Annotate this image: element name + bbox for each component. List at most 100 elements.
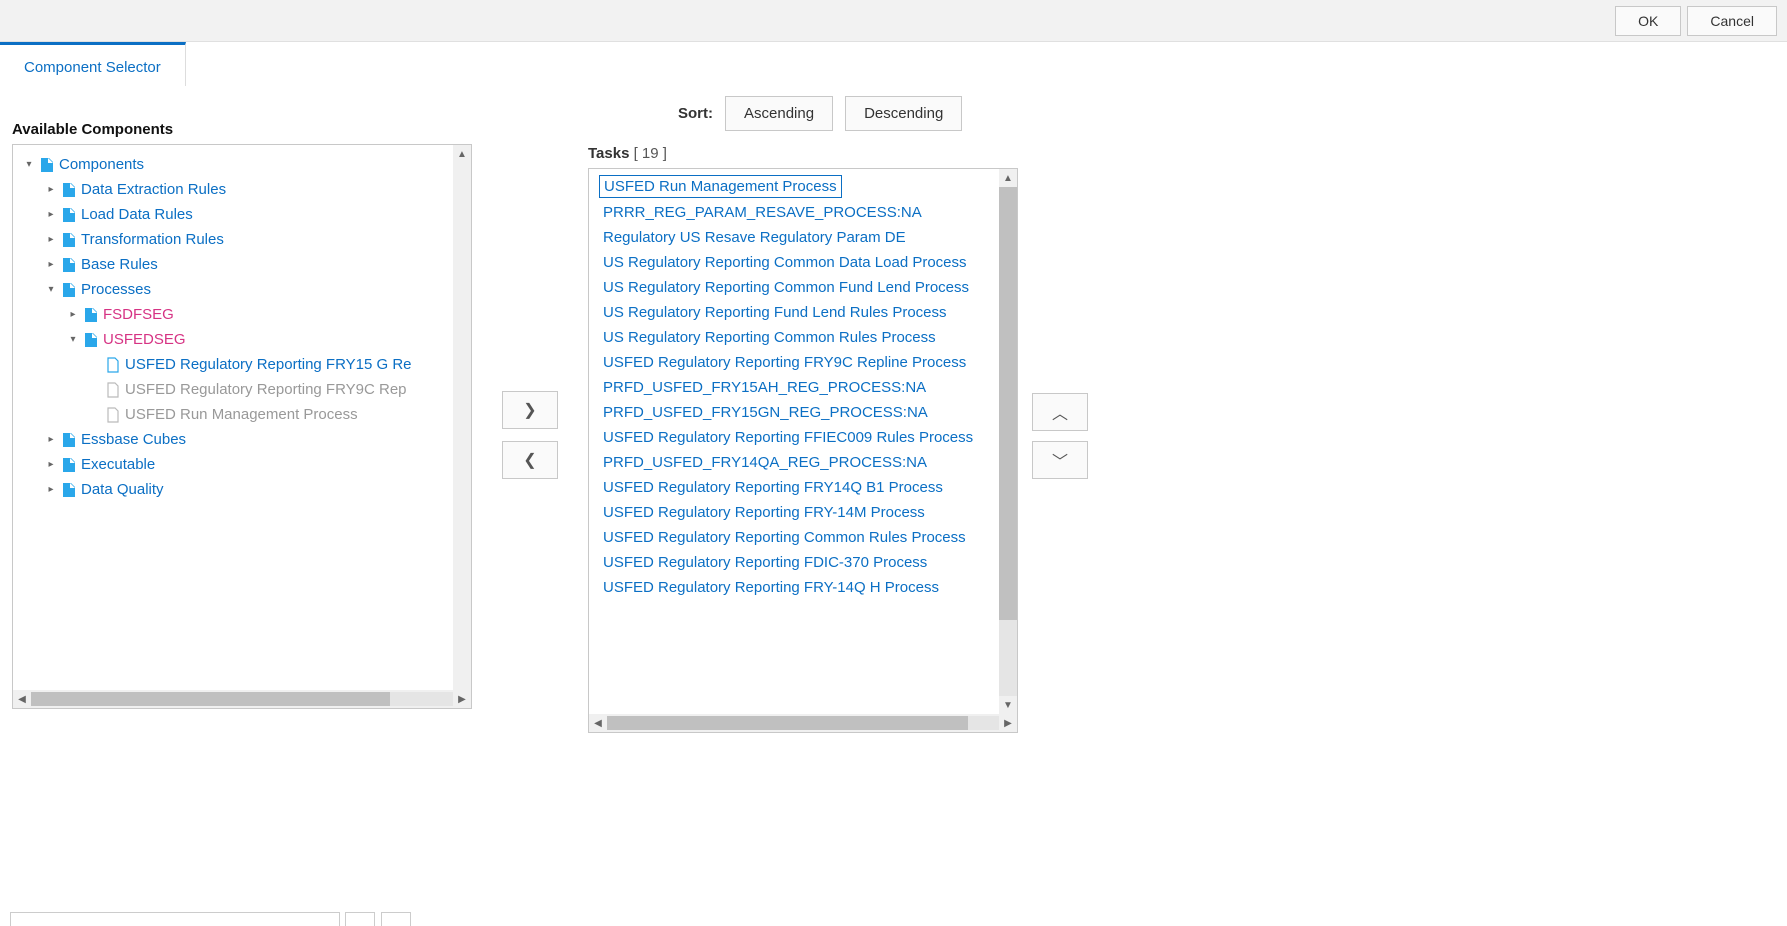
tree-node-transformation[interactable]: ▸ Transformation Rules: [45, 228, 467, 251]
move-right-button[interactable]: ❯: [502, 391, 558, 429]
tab-component-selector[interactable]: Component Selector: [0, 42, 186, 86]
folder-icon: [61, 182, 77, 198]
scroll-down-icon[interactable]: ▼: [999, 696, 1017, 714]
file-icon: [105, 382, 121, 398]
caret-right-icon[interactable]: ▸: [45, 459, 57, 470]
task-item[interactable]: US Regulatory Reporting Fund Lend Rules …: [599, 300, 1017, 325]
chevron-down-icon: ﹀: [1052, 448, 1068, 472]
caret-down-icon[interactable]: ▾: [23, 159, 35, 170]
tree-label: USFED Regulatory Reporting FRY9C Rep: [125, 381, 407, 398]
folder-icon: [61, 457, 77, 473]
bottom-panel-edge: [10, 912, 340, 926]
available-components-heading: Available Components: [12, 121, 472, 138]
caret-right-icon[interactable]: ▸: [45, 234, 57, 245]
scroll-right-icon[interactable]: ▶: [999, 714, 1017, 732]
caret-right-icon[interactable]: ▸: [45, 259, 57, 270]
move-down-button[interactable]: ﹀: [1032, 441, 1088, 479]
tree-label: Base Rules: [81, 256, 158, 273]
file-icon: [105, 407, 121, 423]
folder-icon: [61, 232, 77, 248]
scroll-up-icon[interactable]: ▲: [453, 145, 471, 163]
sort-ascending-button[interactable]: Ascending: [725, 96, 833, 131]
scroll-left-icon[interactable]: ◀: [589, 714, 607, 732]
tree-label: Data Quality: [81, 481, 164, 498]
tab-strip: Component Selector: [0, 42, 1787, 86]
tree-label: USFED Regulatory Reporting FRY15 G Re: [125, 356, 412, 373]
scroll-right-icon[interactable]: ▶: [453, 690, 471, 708]
move-up-button[interactable]: ︿: [1032, 393, 1088, 431]
tree-leaf-run-mgmt[interactable]: · USFED Run Management Process: [89, 403, 467, 426]
tasks-count: [ 19 ]: [634, 145, 667, 162]
tree-node-data-quality[interactable]: ▸ Data Quality: [45, 478, 467, 501]
tasks-vertical-scrollbar[interactable]: ▲ ▼: [999, 169, 1017, 714]
tree-label: Components: [59, 156, 144, 173]
caret-right-icon[interactable]: ▸: [45, 484, 57, 495]
scroll-thumb[interactable]: [607, 716, 968, 730]
component-tree: ▾ Components ▸ Data Extraction Rules: [12, 144, 472, 709]
tree-node-essbase[interactable]: ▸ Essbase Cubes: [45, 428, 467, 451]
tree-label: Data Extraction Rules: [81, 181, 226, 198]
sort-descending-button[interactable]: Descending: [845, 96, 962, 131]
bottom-icon-row: [345, 912, 411, 926]
move-left-button[interactable]: ❮: [502, 441, 558, 479]
chevron-up-icon: ︿: [1052, 400, 1068, 424]
tree-node-data-extraction[interactable]: ▸ Data Extraction Rules: [45, 178, 467, 201]
tree-node-processes[interactable]: ▾ Processes: [45, 278, 467, 301]
cancel-button[interactable]: Cancel: [1687, 6, 1777, 36]
folder-icon: [61, 282, 77, 298]
tree-node-usfedseg[interactable]: ▾ USFEDSEG: [67, 328, 467, 351]
task-item[interactable]: US Regulatory Reporting Common Data Load…: [599, 250, 1017, 275]
tree-node-executable[interactable]: ▸ Executable: [45, 453, 467, 476]
tree-label: Executable: [81, 456, 155, 473]
tree-vertical-scrollbar[interactable]: ▲: [453, 145, 471, 690]
tree-node-fsdfseg[interactable]: ▸ FSDFSEG: [67, 303, 467, 326]
tree-leaf-fry15g[interactable]: · USFED Regulatory Reporting FRY15 G Re: [89, 353, 467, 376]
caret-right-icon[interactable]: ▸: [67, 309, 79, 320]
task-item[interactable]: USFED Regulatory Reporting FRY14Q B1 Pro…: [599, 475, 1017, 500]
tree-node-components[interactable]: ▾ Components: [23, 153, 467, 176]
task-item[interactable]: USFED Regulatory Reporting FDIC-370 Proc…: [599, 550, 1017, 575]
caret-down-icon[interactable]: ▾: [45, 284, 57, 295]
caret-right-icon[interactable]: ▸: [45, 184, 57, 195]
tasks-horizontal-scrollbar[interactable]: ◀ ▶: [589, 714, 1017, 732]
tree-label: USFED Run Management Process: [125, 406, 358, 423]
task-item[interactable]: USFED Regulatory Reporting FRY-14M Proce…: [599, 500, 1017, 525]
tree-horizontal-scrollbar[interactable]: ◀ ▶: [13, 690, 471, 708]
task-item[interactable]: USFED Regulatory Reporting FRY9C Repline…: [599, 350, 1017, 375]
folder-icon: [61, 432, 77, 448]
ok-button[interactable]: OK: [1615, 6, 1681, 36]
file-icon: [83, 332, 99, 348]
caret-down-icon[interactable]: ▾: [67, 334, 79, 345]
scroll-up-icon[interactable]: ▲: [999, 169, 1017, 187]
task-item[interactable]: PRFD_USFED_FRY15GN_REG_PROCESS:NA: [599, 400, 1017, 425]
tree-leaf-fry9c[interactable]: · USFED Regulatory Reporting FRY9C Rep: [89, 378, 467, 401]
folder-icon: [39, 157, 55, 173]
task-item[interactable]: US Regulatory Reporting Common Rules Pro…: [599, 325, 1017, 350]
task-item[interactable]: PRRR_REG_PARAM_RESAVE_PROCESS:NA: [599, 200, 1017, 225]
task-item[interactable]: PRFD_USFED_FRY15AH_REG_PROCESS:NA: [599, 375, 1017, 400]
scroll-thumb[interactable]: [999, 187, 1017, 620]
task-item[interactable]: USFED Regulatory Reporting FRY-14Q H Pro…: [599, 575, 1017, 600]
scroll-thumb[interactable]: [31, 692, 390, 706]
task-item[interactable]: USFED Run Management Process: [599, 175, 842, 198]
scroll-left-icon[interactable]: ◀: [13, 690, 31, 708]
tree-label: USFEDSEG: [103, 331, 186, 348]
sort-label: Sort:: [678, 105, 713, 122]
tree-node-base-rules[interactable]: ▸ Base Rules: [45, 253, 467, 276]
task-item[interactable]: Regulatory US Resave Regulatory Param DE: [599, 225, 1017, 250]
task-item[interactable]: US Regulatory Reporting Common Fund Lend…: [599, 275, 1017, 300]
tree-label: Transformation Rules: [81, 231, 224, 248]
caret-right-icon[interactable]: ▸: [45, 434, 57, 445]
task-item[interactable]: USFED Regulatory Reporting Common Rules …: [599, 525, 1017, 550]
tree-label: FSDFSEG: [103, 306, 174, 323]
bottom-button-1[interactable]: [345, 912, 375, 926]
caret-right-icon[interactable]: ▸: [45, 209, 57, 220]
tasks-heading: Tasks [ 19 ]: [588, 145, 1088, 162]
tree-label: Load Data Rules: [81, 206, 193, 223]
folder-icon: [61, 482, 77, 498]
task-item[interactable]: PRFD_USFED_FRY14QA_REG_PROCESS:NA: [599, 450, 1017, 475]
chevron-left-icon: ❮: [523, 450, 536, 470]
bottom-button-2[interactable]: [381, 912, 411, 926]
tree-node-load-data[interactable]: ▸ Load Data Rules: [45, 203, 467, 226]
task-item[interactable]: USFED Regulatory Reporting FFIEC009 Rule…: [599, 425, 1017, 450]
